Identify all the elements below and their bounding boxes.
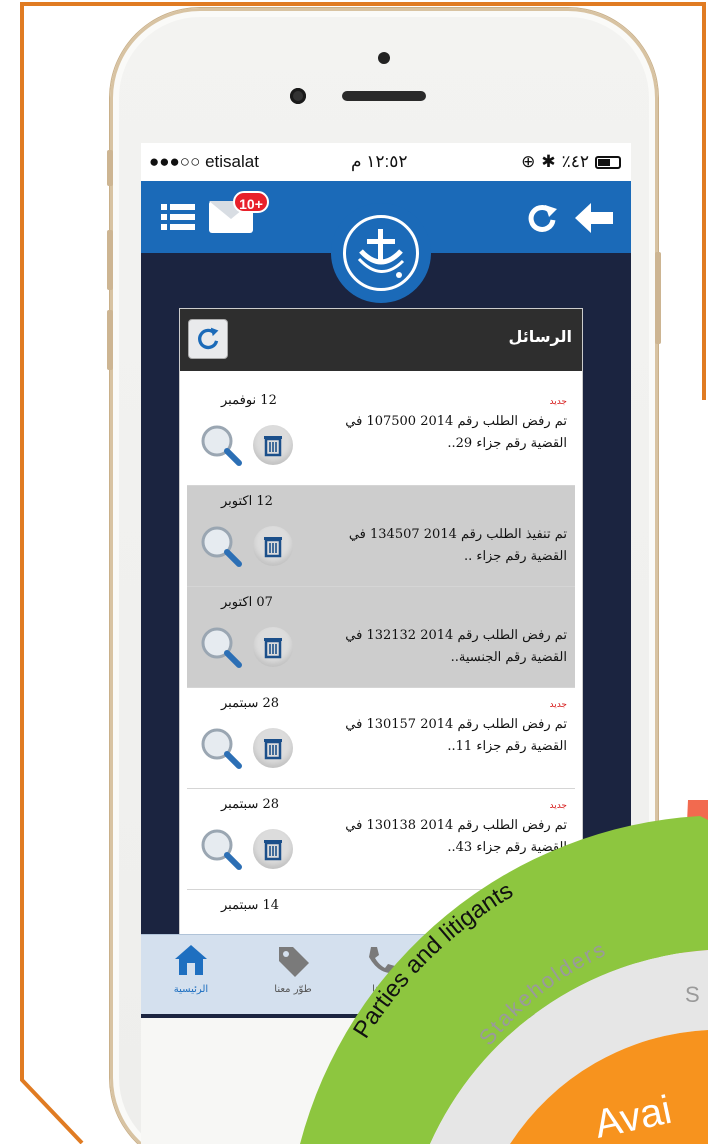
home-icon <box>175 945 207 975</box>
trash-icon[interactable] <box>253 425 293 465</box>
message-text: تم تنفيذ الطلب رقم 2014 134507 في القضية… <box>348 527 567 564</box>
back-arrow-icon[interactable] <box>575 203 615 233</box>
message-date: 28 سبتمبر <box>221 696 280 711</box>
message-date: 12 نوفمبر <box>221 393 277 408</box>
infographic-overlay: Parties and litigants Stakeholders S Ava… <box>300 800 708 1144</box>
earpiece-speaker <box>342 91 426 101</box>
view-magnifier-icon[interactable] <box>199 524 245 568</box>
tab-home[interactable]: الرئيسية <box>151 943 231 995</box>
message-item[interactable]: 07 اكتوبر تم رفض الطلب رقم 2014 132132 ف… <box>187 587 575 688</box>
view-magnifier-icon[interactable] <box>199 625 245 669</box>
message-date: 14 سبتمبر <box>221 898 280 913</box>
proximity-sensor <box>378 52 390 64</box>
lock-rotation-icon: ⊕ <box>521 152 536 171</box>
messages-title: الرسائل <box>508 327 572 346</box>
trash-icon[interactable] <box>253 526 293 566</box>
new-label: جديد <box>549 397 567 407</box>
messages-refresh-button[interactable] <box>188 319 228 359</box>
message-date: 28 سبتمبر <box>221 797 280 812</box>
message-item[interactable]: 12 نوفمبر جديد تم رفض الطلب رقم 2014 107… <box>187 385 575 486</box>
view-magnifier-icon[interactable] <box>199 423 245 467</box>
mute-switch <box>107 150 113 186</box>
status-right: ⊕ ✱ ٪٤٢ <box>521 152 621 172</box>
message-text: تم رفض الطلب رقم 2014 107500 في القضية ر… <box>345 414 567 451</box>
status-bar: ●●●○○ etisalat ١٢:٥٢ م ⊕ ✱ ٪٤٢ <box>141 143 631 181</box>
message-item[interactable]: 28 سبتمبر جديد تم رفض الطلب رقم 2014 130… <box>187 688 575 789</box>
messages-header: الرسائل <box>180 309 582 371</box>
message-date: 07 اكتوبر <box>221 595 273 610</box>
view-magnifier-icon[interactable] <box>199 726 245 770</box>
tab-home-label: الرئيسية <box>173 984 209 995</box>
battery-icon <box>595 155 621 169</box>
new-label: جديد <box>549 700 567 710</box>
trash-icon[interactable] <box>253 728 293 768</box>
app-logo <box>331 203 431 303</box>
message-item[interactable]: 12 اكتوبر تم تنفيذ الطلب رقم 2014 134507… <box>187 486 575 587</box>
list-menu-icon[interactable] <box>161 203 195 231</box>
front-camera <box>290 88 306 104</box>
volume-down-button <box>107 310 113 370</box>
message-date: 12 اكتوبر <box>221 494 273 509</box>
bluetooth-icon: ✱ <box>541 152 556 171</box>
trash-icon[interactable] <box>253 627 293 667</box>
volume-up-button <box>107 230 113 290</box>
power-button <box>655 252 661 344</box>
unread-badge: 10+ <box>233 191 269 213</box>
message-text: تم رفض الطلب رقم 2014 132132 في القضية ر… <box>345 628 567 665</box>
message-text: تم رفض الطلب رقم 2014 130157 في القضية ر… <box>345 717 567 754</box>
ring-label-2: S <box>685 982 700 1007</box>
view-magnifier-icon[interactable] <box>199 827 245 871</box>
battery-percent: ٪٤٢ <box>561 152 589 171</box>
refresh-icon[interactable] <box>527 203 557 233</box>
status-time: ١٢:٥٢ م <box>351 152 408 171</box>
